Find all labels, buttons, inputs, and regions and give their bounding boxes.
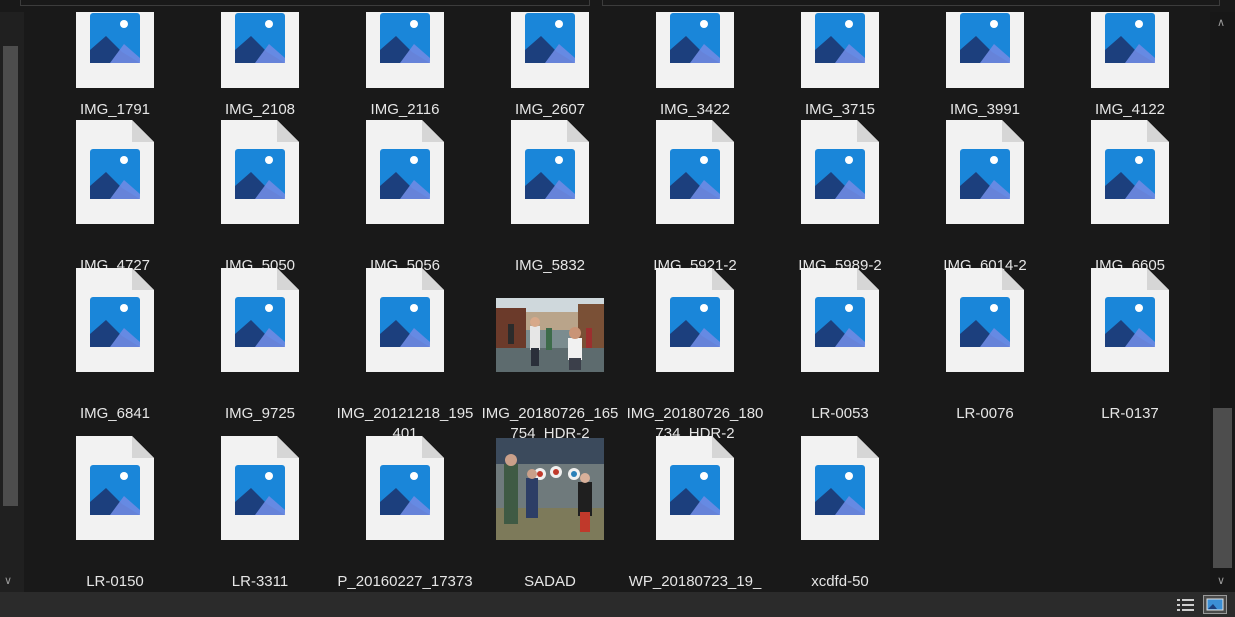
file-item[interactable]: IMG_6605 [1061, 120, 1199, 288]
file-item[interactable]: LR-0053 [771, 268, 909, 436]
file-item[interactable]: IMG_3422 [626, 12, 764, 132]
file-name-label: IMG_1791 [79, 101, 151, 118]
image-file-icon [221, 268, 299, 372]
file-item[interactable]: IMG_4122 [1061, 12, 1199, 132]
address-bar-edge[interactable] [20, 0, 590, 6]
scroll-up-icon[interactable]: ∧ [1217, 16, 1225, 29]
content-scrollbar[interactable]: ∧ ∨ [1210, 12, 1235, 592]
file-name-label: LR-0150 [86, 573, 144, 590]
file-name-label: IMG_9725 [224, 405, 296, 422]
file-name-label: IMG_2108 [224, 101, 296, 118]
file-item[interactable]: IMG_5989-2 [771, 120, 909, 288]
image-file-icon [76, 268, 154, 372]
file-name-label: IMG_6841 [79, 405, 151, 422]
file-name-label: IMG_2116 [370, 101, 440, 118]
file-item[interactable]: IMG_5921-2 [626, 120, 764, 288]
file-item[interactable]: IMG_3715 [771, 12, 909, 132]
image-file-icon [366, 12, 444, 88]
file-item[interactable]: IMG_5832 [481, 120, 619, 288]
file-item[interactable]: IMG_2108 [191, 12, 329, 132]
file-item[interactable]: WP_20180723_19_17_17_Pro-2 [626, 436, 764, 592]
file-name-label: IMG_3715 [804, 101, 876, 118]
image-file-icon [946, 120, 1024, 224]
file-item[interactable]: LR-0150 [46, 436, 184, 592]
image-file-icon [801, 12, 879, 88]
file-item[interactable]: IMG_5056 [336, 120, 474, 288]
file-item[interactable]: xcdfd-50 [771, 436, 909, 592]
file-name-label: WP_20180723_19_17_17_Pro-2 [628, 573, 762, 590]
file-item[interactable]: IMG_4727 [46, 120, 184, 288]
image-file-icon [801, 120, 879, 224]
image-file-icon [76, 120, 154, 224]
scroll-down-icon[interactable]: ∨ [1217, 574, 1225, 587]
file-item[interactable]: IMG_6841 [46, 268, 184, 436]
file-item[interactable]: IMG_2607 [481, 12, 619, 132]
file-item[interactable]: SADAD [481, 436, 619, 592]
image-file-icon [366, 268, 444, 372]
image-file-icon [366, 120, 444, 224]
image-file-icon [366, 436, 444, 540]
file-item[interactable]: LR-0076 [916, 268, 1054, 436]
image-file-icon [801, 436, 879, 540]
photo-thumbnail [496, 298, 604, 372]
file-name-label: IMG_3422 [659, 101, 731, 118]
file-name-label: LR-0076 [956, 405, 1014, 422]
file-name-label: P_20160227_173735 [337, 573, 473, 590]
navigation-scroll-down-icon[interactable]: ∨ [4, 574, 12, 587]
image-file-icon [511, 12, 589, 88]
file-name-label: SADAD [524, 573, 576, 590]
image-file-icon [946, 268, 1024, 372]
image-file-icon [801, 268, 879, 372]
file-item[interactable]: IMG_20180726_180734_HDR-2 [626, 268, 764, 442]
image-file-icon [1091, 12, 1169, 88]
search-box-edge[interactable] [602, 0, 1220, 6]
image-file-icon [221, 12, 299, 88]
image-file-icon [656, 12, 734, 88]
navigation-pane-scrollbar[interactable]: ∨ [0, 12, 24, 592]
file-explorer-window: ∨ IMG_1791 IMG_2108 IMG_2116 IMG_2607 IM… [0, 0, 1235, 617]
file-name-label: xcdfd-50 [811, 573, 869, 590]
file-item[interactable]: IMG_20180726_165754_HDR-2 [481, 268, 619, 442]
file-item[interactable]: IMG_1791 [46, 12, 184, 132]
large-icons-view-icon[interactable] [1203, 595, 1227, 614]
image-file-icon [76, 12, 154, 88]
file-item[interactable]: IMG_20121218_195401 [336, 268, 474, 442]
image-file-icon [1091, 120, 1169, 224]
file-name-label: IMG_2607 [514, 101, 586, 118]
image-file-icon [656, 120, 734, 224]
image-file-icon [511, 120, 589, 224]
file-item[interactable]: P_20160227_173735 [336, 436, 474, 592]
file-item[interactable]: IMG_3991 [916, 12, 1054, 132]
navigation-scroll-thumb[interactable] [3, 46, 18, 506]
image-file-icon [76, 436, 154, 540]
image-file-icon [656, 436, 734, 540]
file-name-label: LR-3311 [231, 573, 289, 590]
photo-thumbnail [496, 438, 604, 540]
file-item[interactable]: IMG_6014-2 [916, 120, 1054, 288]
image-file-icon [946, 12, 1024, 88]
image-file-icon [221, 436, 299, 540]
file-grid: IMG_1791 IMG_2108 IMG_2116 IMG_2607 IMG_… [24, 12, 1210, 592]
file-item[interactable]: IMG_2116 [336, 12, 474, 132]
image-file-icon [656, 268, 734, 372]
content-scroll-thumb[interactable] [1213, 408, 1232, 568]
file-item[interactable]: IMG_9725 [191, 268, 329, 436]
file-name-label: IMG_4122 [1094, 101, 1166, 118]
file-item[interactable]: LR-3311 [191, 436, 329, 592]
file-name-label: LR-0053 [811, 405, 869, 422]
image-file-icon [221, 120, 299, 224]
details-view-icon[interactable] [1176, 596, 1196, 614]
header-strip [0, 0, 1235, 12]
file-item[interactable]: LR-0137 [1061, 268, 1199, 436]
file-name-label: IMG_3991 [949, 101, 1021, 118]
image-file-icon [1091, 268, 1169, 372]
file-name-label: LR-0137 [1101, 405, 1159, 422]
file-item[interactable]: IMG_5050 [191, 120, 329, 288]
status-bar [0, 592, 1235, 617]
